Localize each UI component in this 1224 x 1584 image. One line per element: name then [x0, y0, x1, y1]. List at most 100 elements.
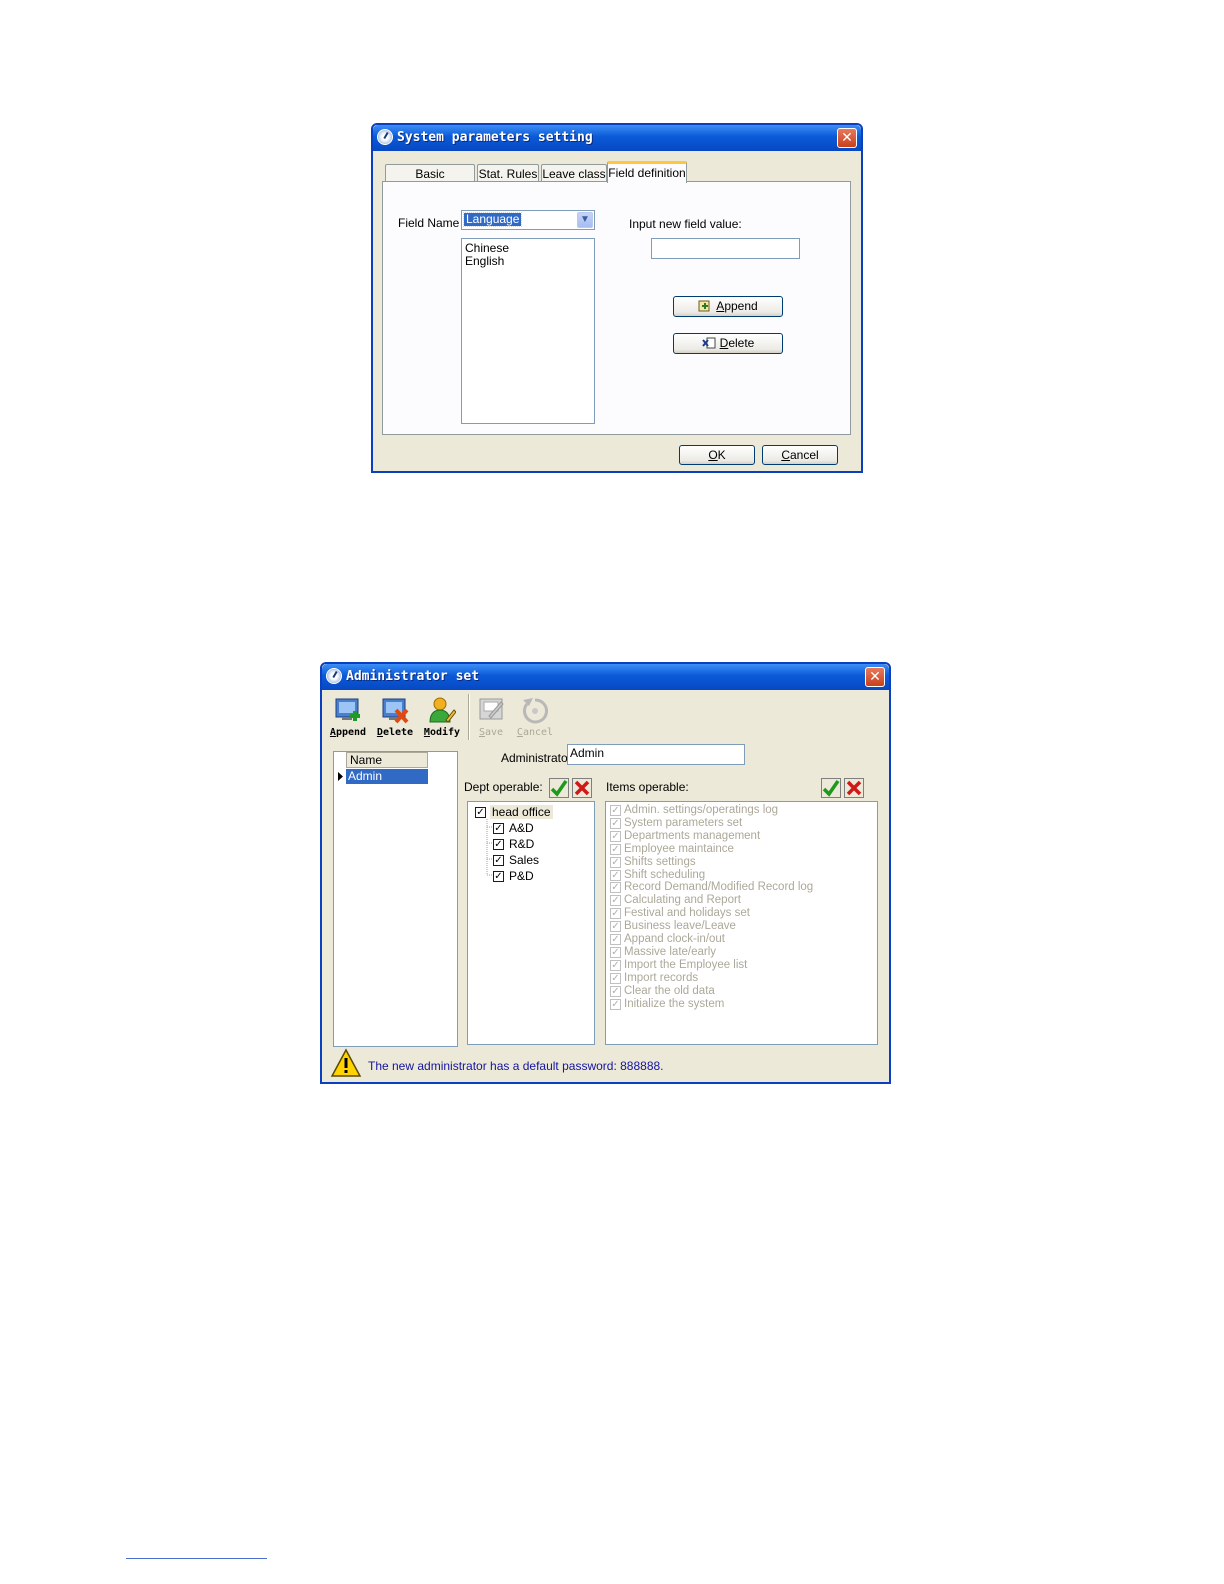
field-values-list[interactable]: Chinese English	[461, 238, 595, 424]
close-button[interactable]: ✕	[865, 667, 885, 687]
check-icon	[550, 780, 568, 797]
append-button[interactable]: Append	[673, 296, 783, 317]
tree-item-head-office[interactable]: head office	[490, 805, 553, 819]
delete-user-icon	[382, 698, 409, 724]
tab-leave-class[interactable]: Leave class	[541, 164, 607, 182]
item-checkbox[interactable]: ✓	[610, 882, 621, 894]
append-icon	[698, 300, 710, 312]
item-label: Import records	[624, 971, 699, 984]
tab-field-definition[interactable]: Field definition	[607, 161, 687, 183]
chevron-down-icon[interactable]: ▼	[577, 212, 593, 228]
item-checkbox[interactable]: ✓	[610, 805, 621, 816]
warning-icon	[330, 1048, 362, 1077]
dept-operable-label: Dept operable:	[464, 780, 543, 794]
items-operable-label: Items operable:	[606, 780, 689, 794]
field-name-value: Language	[462, 212, 523, 227]
item-label: Business leave/Leave	[624, 920, 736, 933]
warning-message: The new administrator has a default pass…	[368, 1059, 664, 1073]
item-checkbox[interactable]: ✓	[610, 972, 621, 984]
delete-icon	[701, 337, 716, 349]
cancel-icon	[523, 698, 548, 724]
tree-checkbox[interactable]: ✓	[493, 855, 504, 866]
item-checkbox[interactable]: ✓	[610, 895, 621, 907]
footnote-divider	[126, 1558, 267, 1559]
items-select-all-button[interactable]	[821, 778, 841, 798]
item-label: Shifts settings	[624, 855, 696, 868]
item-checkbox[interactable]: ✓	[610, 817, 621, 829]
administrator-input[interactable]: Admin	[567, 744, 745, 765]
save-toolbar-button[interactable]: Save	[471, 694, 511, 742]
administrator-label: Administrator:	[501, 751, 576, 765]
save-icon	[479, 698, 504, 720]
item-label: System parameters set	[624, 816, 743, 829]
append-user-icon	[335, 698, 360, 721]
item-checkbox[interactable]: ✓	[610, 830, 621, 842]
cancel-button[interactable]: Cancel	[762, 445, 838, 465]
tree-checkbox-root[interactable]: ✓	[475, 807, 486, 818]
item-label: Employee maintaince	[624, 842, 734, 855]
cross-icon	[846, 780, 862, 796]
input-new-value-label: Input new field value:	[629, 217, 742, 231]
app-clock-icon	[377, 129, 393, 145]
modify-toolbar-button[interactable]: Modify	[422, 694, 462, 742]
item-checkbox[interactable]: ✓	[610, 869, 621, 881]
system-parameters-dialog: System parameters setting ✕ Basic parame…	[371, 123, 863, 473]
item-label: Calculating and Report	[624, 894, 741, 907]
close-button[interactable]: ✕	[837, 128, 857, 148]
tree-item[interactable]: Sales	[509, 853, 539, 867]
dept-select-all-button[interactable]	[549, 778, 569, 798]
title-bar[interactable]: System parameters setting ✕	[373, 125, 861, 151]
item-label: Import the Employee list	[624, 958, 748, 971]
item-checkbox[interactable]: ✓	[610, 921, 621, 933]
new-field-value-input[interactable]	[651, 238, 800, 259]
ok-button[interactable]: OK	[679, 445, 755, 465]
item-label: Admin. settings/operatings log	[624, 804, 779, 816]
grid-column-name[interactable]: Name	[346, 752, 428, 768]
tree-checkbox[interactable]: ✓	[493, 871, 504, 882]
tab-basic-parameters[interactable]: Basic parameters	[385, 164, 475, 195]
field-definition-panel: Field Name : Language ▼ Chinese English …	[382, 181, 851, 435]
item-label: Clear the old data	[624, 984, 715, 997]
title-bar[interactable]: Administrator set ✕	[322, 664, 889, 690]
tree-item[interactable]: R&D	[509, 837, 534, 851]
item-checkbox[interactable]: ✓	[610, 998, 621, 1010]
dept-tree[interactable]: ✓ head office ✓ A&D ✓ R&D ✓ Sales ✓ P&D	[467, 801, 595, 1045]
tab-stat-rules[interactable]: Stat. Rules	[477, 164, 539, 182]
tree-item[interactable]: P&D	[509, 869, 534, 883]
append-toolbar-button[interactable]: Append	[328, 694, 368, 742]
item-checkbox[interactable]: ✓	[610, 985, 621, 997]
field-name-combo[interactable]: Language ▼	[461, 210, 595, 230]
item-checkbox[interactable]: ✓	[610, 856, 621, 868]
item-label: Initialize the system	[624, 997, 725, 1010]
toolbar-separator	[468, 694, 470, 740]
table-row[interactable]: Admin	[346, 769, 428, 784]
modify-user-icon	[429, 697, 456, 723]
field-name-label: Field Name :	[398, 216, 467, 230]
administrator-grid[interactable]: Name Admin	[333, 751, 458, 1047]
list-item[interactable]: English	[462, 255, 594, 268]
item-checkbox[interactable]: ✓	[610, 946, 621, 958]
item-checkbox[interactable]: ✓	[610, 934, 621, 945]
item-checkbox[interactable]: ✓	[610, 843, 621, 855]
delete-button[interactable]: Delete	[673, 333, 783, 354]
dialog-title: System parameters setting	[397, 130, 593, 145]
check-icon	[822, 780, 840, 797]
item-label: Festival and holidays set	[624, 907, 750, 920]
item-label: Departments management	[624, 829, 761, 842]
dept-clear-all-button[interactable]	[572, 778, 592, 798]
tree-checkbox[interactable]: ✓	[493, 823, 504, 834]
item-checkbox[interactable]: ✓	[610, 959, 621, 971]
dialog-title: Administrator set	[346, 669, 480, 684]
cancel-toolbar-button[interactable]: Cancel	[515, 694, 555, 742]
item-label: Record Demand/Modified Record log	[624, 881, 814, 894]
delete-toolbar-button[interactable]: Delete	[375, 694, 415, 742]
item-checkbox[interactable]: ✓	[610, 908, 621, 920]
items-clear-all-button[interactable]	[844, 778, 864, 798]
item-label: Massive late/early	[624, 945, 717, 958]
tree-item[interactable]: A&D	[509, 821, 534, 835]
tree-checkbox[interactable]: ✓	[493, 839, 504, 850]
app-clock-icon	[326, 668, 342, 684]
administrator-set-dialog: Administrator set ✕ Append Delete Modify…	[320, 662, 891, 1084]
items-operable-list[interactable]: ✓ Admin. settings/operatings log ✓ System p…	[605, 801, 878, 1045]
item-label: Shift scheduling	[624, 868, 706, 881]
